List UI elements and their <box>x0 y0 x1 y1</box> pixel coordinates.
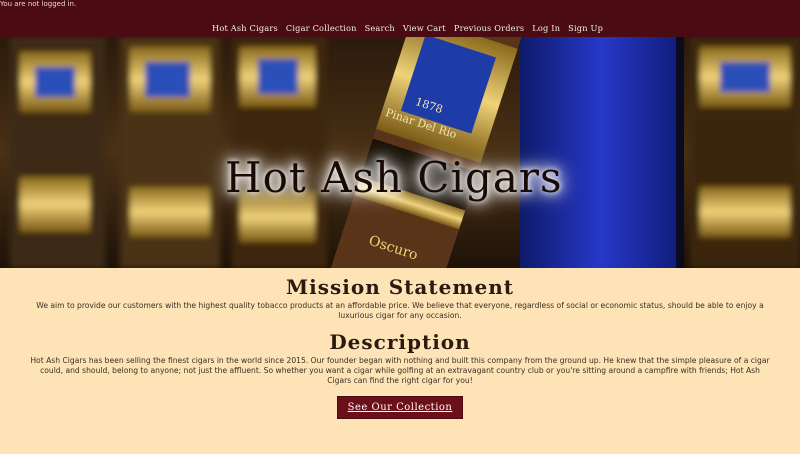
main-content: Mission Statement We aim to provide our … <box>0 268 800 419</box>
description-heading: Description <box>329 330 471 354</box>
mission-text: We aim to provide our customers with the… <box>36 301 764 320</box>
nav-link-view-cart[interactable]: View Cart <box>403 23 446 33</box>
main-nav: Hot Ash Cigars Cigar Collection Search V… <box>212 23 611 33</box>
mission-heading: Mission Statement <box>286 275 514 299</box>
see-collection-button[interactable]: See Our Collection <box>336 396 464 419</box>
nav-link-home[interactable]: Hot Ash Cigars <box>212 23 278 33</box>
login-status-text: You are not logged in. <box>0 0 77 8</box>
description-text: Hot Ash Cigars has been selling the fine… <box>30 356 770 385</box>
nav-link-cigar-collection[interactable]: Cigar Collection <box>286 23 357 33</box>
nav-link-search[interactable]: Search <box>365 23 395 33</box>
top-navigation-bar: You are not logged in. Hot Ash Cigars Ci… <box>0 0 800 37</box>
nav-link-sign-up[interactable]: Sign Up <box>568 23 603 33</box>
hero-banner: 1878 Pinar Del Rio Oscuro Hot Ash Cigars <box>0 37 800 268</box>
nav-link-log-in[interactable]: Log In <box>532 23 560 33</box>
hero-title: Hot Ash Cigars <box>225 153 563 202</box>
nav-link-previous-orders[interactable]: Previous Orders <box>454 23 524 33</box>
